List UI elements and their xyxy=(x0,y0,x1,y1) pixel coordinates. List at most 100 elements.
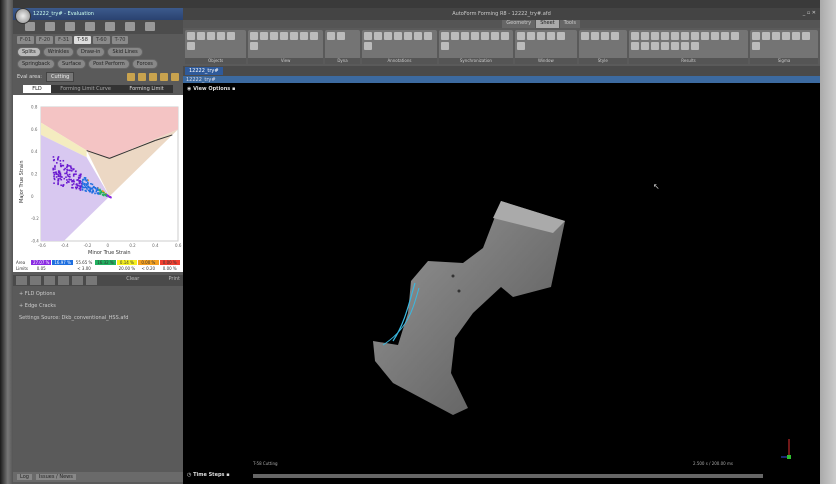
stage-tab[interactable]: F-01 xyxy=(17,36,35,44)
ribbon-tool-icon[interactable] xyxy=(720,32,729,40)
export-icon[interactable] xyxy=(171,73,179,81)
ribbon-tool-icon[interactable] xyxy=(640,32,649,40)
clear-button[interactable]: Clear xyxy=(126,276,139,285)
select-icon[interactable] xyxy=(16,276,27,285)
segment-flc[interactable]: Forming Limit Curve xyxy=(51,85,120,93)
print-button[interactable]: Print xyxy=(168,276,180,285)
ribbon-tool-icon[interactable] xyxy=(690,42,699,50)
time-steps-button[interactable]: ◷ Time Steps ▪ xyxy=(187,472,230,478)
ribbon-tool-icon[interactable] xyxy=(700,32,709,40)
home-icon[interactable] xyxy=(30,276,41,285)
ribbon-tool-icon[interactable] xyxy=(670,42,679,50)
ribbon-tool-icon[interactable] xyxy=(207,32,215,40)
segment-forming-limit[interactable]: Forming Limit xyxy=(120,85,173,93)
3d-viewport[interactable]: ◉ View Options ▪ ↖ xyxy=(183,83,820,469)
ribbon-tool-icon[interactable] xyxy=(670,32,679,40)
ribbon-tool-icon[interactable] xyxy=(580,32,589,40)
edge-cracks-item[interactable]: + Edge Cracks xyxy=(13,300,183,312)
ribbon-tool-icon[interactable] xyxy=(310,32,319,40)
pill-button[interactable]: Skid Lines xyxy=(107,47,143,57)
ribbon-tool-icon[interactable] xyxy=(270,32,279,40)
ribbon-tool-icon[interactable] xyxy=(772,32,781,40)
ribbon-tool-icon[interactable] xyxy=(640,42,649,50)
pill-button[interactable]: Splits xyxy=(17,47,41,57)
window-controls[interactable]: _ ▫ ✕ xyxy=(803,10,816,16)
pill-button[interactable]: Forces xyxy=(131,59,158,69)
ribbon-tool-icon[interactable] xyxy=(762,32,771,40)
ribbon-tool-icon[interactable] xyxy=(404,32,413,40)
ribbon-tool-icon[interactable] xyxy=(590,32,599,40)
ribbon-tool-icon[interactable] xyxy=(630,32,639,40)
ribbon-tool-icon[interactable] xyxy=(300,32,309,40)
note-icon[interactable] xyxy=(86,276,97,285)
ribbon-tool-icon[interactable] xyxy=(227,32,235,40)
ribbon-tool-icon[interactable] xyxy=(250,32,259,40)
table-icon[interactable] xyxy=(105,22,115,31)
tab-sheet[interactable]: Sheet xyxy=(536,20,559,28)
ribbon-tool-icon[interactable] xyxy=(260,32,269,40)
ribbon-tool-icon[interactable] xyxy=(364,32,373,40)
ribbon-tool-icon[interactable] xyxy=(782,32,791,40)
stage-tab[interactable]: F-20 xyxy=(36,36,54,44)
pill-button[interactable]: Post Perform xyxy=(88,59,130,69)
ribbon-tool-icon[interactable] xyxy=(440,32,449,40)
point-icon[interactable] xyxy=(58,276,69,285)
fld-options-item[interactable]: + FLD Options xyxy=(13,288,183,300)
ribbon-tool-icon[interactable] xyxy=(527,32,536,40)
ribbon-tool-icon[interactable] xyxy=(517,32,526,40)
ribbon-tool-icon[interactable] xyxy=(690,32,699,40)
result-icon[interactable] xyxy=(145,22,155,31)
ribbon-tool-icon[interactable] xyxy=(610,32,619,40)
pill-button[interactable]: Wrinkles xyxy=(42,47,75,57)
document-tab[interactable]: 12222_try# xyxy=(185,67,223,75)
sheet-icon[interactable] xyxy=(85,22,95,31)
ribbon-tool-icon[interactable] xyxy=(187,42,195,50)
chart-icon[interactable] xyxy=(138,73,146,81)
ribbon-tool-icon[interactable] xyxy=(470,32,479,40)
ribbon-tool-icon[interactable] xyxy=(450,32,459,40)
ribbon-tool-icon[interactable] xyxy=(250,42,259,50)
list-icon[interactable] xyxy=(149,73,157,81)
ribbon-tool-icon[interactable] xyxy=(336,32,345,40)
stage-tab[interactable]: F-31 xyxy=(55,36,73,44)
ribbon-tool-icon[interactable] xyxy=(280,32,289,40)
ribbon-tool-icon[interactable] xyxy=(384,32,393,40)
stage-tab[interactable]: T-60 xyxy=(92,36,110,44)
ribbon-tool-icon[interactable] xyxy=(440,42,449,50)
ribbon-tool-icon[interactable] xyxy=(710,32,719,40)
issues-news-tab[interactable]: Issues / News xyxy=(35,474,76,480)
ribbon-tool-icon[interactable] xyxy=(792,32,801,40)
ribbon-tool-icon[interactable] xyxy=(490,32,499,40)
pill-button[interactable]: Springback xyxy=(17,59,56,69)
ribbon-tool-icon[interactable] xyxy=(364,42,373,50)
ribbon-tool-icon[interactable] xyxy=(600,32,609,40)
ribbon-tool-icon[interactable] xyxy=(414,32,423,40)
print-icon[interactable] xyxy=(25,22,35,31)
ribbon-tool-icon[interactable] xyxy=(537,32,546,40)
stage-tab[interactable]: T-70 xyxy=(111,36,129,44)
log-tab[interactable]: Log xyxy=(17,474,32,480)
ribbon-tool-icon[interactable] xyxy=(217,32,225,40)
die-icon[interactable] xyxy=(65,22,75,31)
lock-icon[interactable] xyxy=(72,276,83,285)
monitor-icon[interactable] xyxy=(125,22,135,31)
ribbon-tool-icon[interactable] xyxy=(680,32,689,40)
light-icon[interactable] xyxy=(127,73,135,81)
tab-geometry[interactable]: Geometry xyxy=(502,20,536,28)
ribbon-tool-icon[interactable] xyxy=(187,32,195,40)
ribbon-tool-icon[interactable] xyxy=(500,32,509,40)
copy-icon[interactable] xyxy=(160,73,168,81)
app-logo-icon[interactable] xyxy=(15,8,31,24)
ribbon-tool-icon[interactable] xyxy=(680,42,689,50)
ribbon-tool-icon[interactable] xyxy=(802,32,811,40)
pill-button[interactable]: Draw-in xyxy=(76,47,106,57)
pill-button[interactable]: Surface xyxy=(57,59,87,69)
ribbon-tool-icon[interactable] xyxy=(460,32,469,40)
ribbon-tool-icon[interactable] xyxy=(752,42,761,50)
ribbon-tool-icon[interactable] xyxy=(752,32,761,40)
tool-icon[interactable] xyxy=(45,22,55,31)
ribbon-tool-icon[interactable] xyxy=(650,42,659,50)
ribbon-tool-icon[interactable] xyxy=(424,32,433,40)
ribbon-tool-icon[interactable] xyxy=(517,42,526,50)
ribbon-tool-icon[interactable] xyxy=(547,32,556,40)
